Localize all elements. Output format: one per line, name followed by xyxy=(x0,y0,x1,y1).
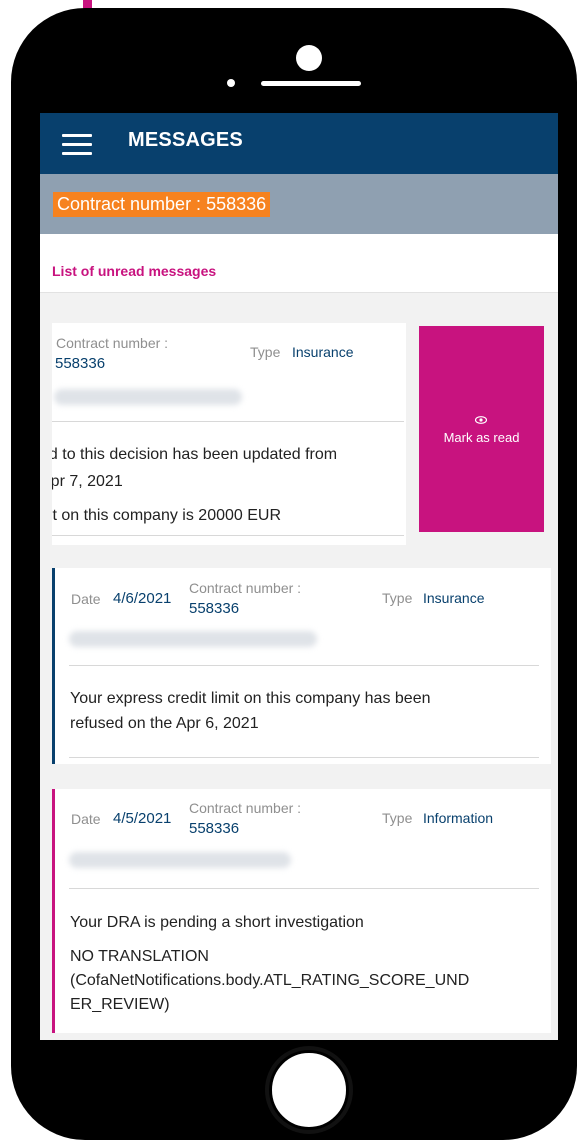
divider xyxy=(69,665,539,666)
date-label: Date xyxy=(71,591,101,607)
message-card[interactable]: Date 4/5/2021 Contract number : 558336 T… xyxy=(52,789,551,1033)
unread-section: List of unread messages xyxy=(40,234,558,293)
message-card[interactable]: Date 4/6/2021 Contract number : 558336 T… xyxy=(52,568,551,764)
message-body-line: Your express credit limit on this compan… xyxy=(70,690,431,707)
divider xyxy=(69,888,539,889)
company-name-redacted xyxy=(69,852,291,868)
app-header: MESSAGES xyxy=(40,113,558,174)
page-title: MESSAGES xyxy=(128,129,243,151)
divider xyxy=(52,421,404,422)
date-label: Date xyxy=(71,811,101,827)
sensor-icon xyxy=(227,79,235,87)
message-date: 4/5/2021 xyxy=(113,810,172,827)
contract-number-highlight: Contract number : 558336 xyxy=(53,192,271,217)
divider xyxy=(69,757,539,758)
eye-icon xyxy=(475,416,487,424)
message-body-line: ed to this decision has been updated fro… xyxy=(52,446,338,463)
camera-icon xyxy=(296,45,322,71)
speaker-icon xyxy=(261,81,361,86)
message-card[interactable]: Contract number : 558336 Type Insurance … xyxy=(52,323,406,545)
home-button[interactable] xyxy=(269,1050,349,1130)
message-body-line: ER_REVIEW) xyxy=(70,996,170,1013)
contract-label: Contract number : xyxy=(56,335,169,351)
message-body-line: (CofaNetNotifications.body.ATL_RATING_SC… xyxy=(70,972,470,989)
type-label: Type xyxy=(382,590,413,606)
message-body-line: refused on the Apr 6, 2021 xyxy=(70,715,259,732)
mark-as-read-label: Mark as read xyxy=(443,430,520,445)
message-body-line: nit on this company is 20000 EUR xyxy=(52,507,282,524)
contract-number: 558336 xyxy=(55,355,106,372)
contract-number: 558336 xyxy=(189,820,240,837)
contract-label: Contract number : xyxy=(189,800,302,816)
app-screen: MESSAGES Contract number : 558336 List o… xyxy=(40,113,558,1040)
company-name-redacted xyxy=(54,389,242,405)
contract-number: 558336 xyxy=(189,600,240,617)
unread-messages-label: List of unread messages xyxy=(52,263,217,279)
type-label: Type xyxy=(382,810,413,826)
contract-bar: Contract number : 558336 xyxy=(40,174,558,234)
message-body-line: Your DRA is pending a short investigatio… xyxy=(70,914,364,931)
type-value: Insurance xyxy=(423,590,485,606)
message-date: 4/6/2021 xyxy=(113,590,172,607)
message-body-line: NO TRANSLATION xyxy=(70,948,209,965)
contract-label: Contract number : xyxy=(189,580,302,596)
message-body-line: Apr 7, 2021 xyxy=(52,473,123,490)
type-label: Type xyxy=(250,344,281,360)
type-value: Information xyxy=(423,810,494,826)
divider xyxy=(52,535,404,536)
mark-as-read-button[interactable]: Mark as read xyxy=(419,326,544,532)
company-name-redacted xyxy=(69,631,317,647)
menu-icon[interactable] xyxy=(62,134,92,155)
type-value: Insurance xyxy=(292,344,354,360)
